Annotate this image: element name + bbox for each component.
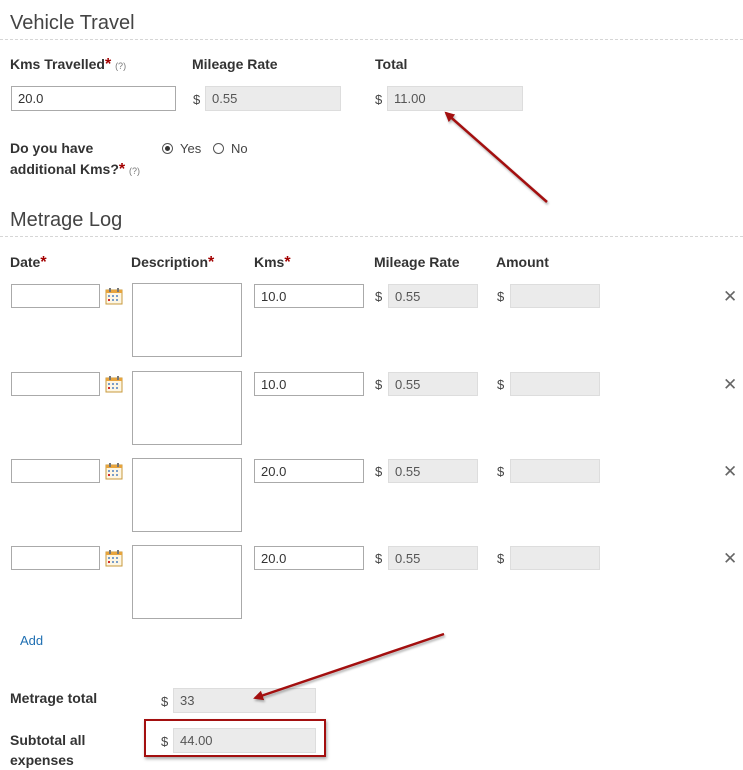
- currency-symbol: $: [161, 694, 169, 709]
- column-description-text: Description: [131, 254, 209, 270]
- section-divider: [0, 236, 743, 237]
- mileage-rate-field: [205, 86, 341, 111]
- kms-travelled-label: Kms Travelled* (?): [10, 56, 126, 74]
- remove-row-icon[interactable]: ✕: [723, 376, 737, 393]
- mileage-rate-field: [388, 284, 478, 308]
- remove-row-icon[interactable]: ✕: [723, 550, 737, 567]
- calendar-icon[interactable]: [105, 375, 123, 393]
- additional-kms-line2: additional Kms?: [10, 161, 119, 177]
- remove-row-icon[interactable]: ✕: [723, 463, 737, 480]
- radio-yes-label[interactable]: Yes: [180, 141, 201, 156]
- required-mark: *: [40, 254, 47, 271]
- kms-input[interactable]: [254, 546, 364, 570]
- currency-symbol: $: [161, 734, 169, 749]
- kms-input[interactable]: [254, 284, 364, 308]
- date-input[interactable]: [11, 459, 100, 483]
- required-mark: *: [284, 254, 291, 271]
- metrage-total-field: [173, 688, 316, 713]
- additional-kms-line1: Do you have: [10, 140, 94, 156]
- radio-yes[interactable]: [162, 143, 173, 154]
- total-label: Total: [375, 56, 408, 72]
- mileage-rate-label: Mileage Rate: [192, 56, 278, 72]
- subtotal-label: Subtotal all expenses: [10, 730, 85, 770]
- currency-symbol: $: [375, 464, 383, 479]
- add-row-link[interactable]: Add: [20, 633, 43, 648]
- column-mileage-rate: Mileage Rate: [374, 254, 460, 270]
- currency-symbol: $: [375, 377, 383, 392]
- additional-kms-label: Do you have additional Kms?* (?): [10, 138, 140, 182]
- column-date: Date*: [10, 254, 47, 272]
- column-amount: Amount: [496, 254, 549, 270]
- calendar-icon[interactable]: [105, 462, 123, 480]
- required-mark: *: [104, 56, 112, 73]
- column-description: Description*: [131, 254, 214, 272]
- column-kms-text: Kms: [254, 254, 285, 270]
- currency-symbol: $: [375, 551, 383, 566]
- mileage-rate-field: [388, 546, 478, 570]
- description-input[interactable]: [132, 458, 242, 532]
- kms-travelled-input[interactable]: [11, 86, 176, 111]
- subtotal-line1: Subtotal all: [10, 732, 86, 748]
- subtotal-field: [173, 728, 316, 753]
- radio-no[interactable]: [213, 143, 224, 154]
- remove-row-icon[interactable]: ✕: [723, 288, 737, 305]
- amount-field: [510, 459, 600, 483]
- date-input[interactable]: [11, 372, 100, 396]
- description-input[interactable]: [132, 545, 242, 619]
- currency-symbol: $: [193, 92, 201, 107]
- mileage-rate-field: [388, 372, 478, 396]
- currency-symbol: $: [497, 464, 505, 479]
- metrage-total-label: Metrage total: [10, 690, 98, 706]
- required-mark: *: [118, 161, 126, 178]
- kms-travelled-text: Kms Travelled: [10, 56, 105, 72]
- date-input[interactable]: [11, 546, 100, 570]
- amount-field: [510, 372, 600, 396]
- arrow-to-total: [444, 111, 548, 203]
- help-icon[interactable]: (?): [115, 61, 126, 71]
- total-field: [387, 86, 523, 111]
- calendar-icon[interactable]: [105, 549, 123, 567]
- required-mark: *: [208, 254, 215, 271]
- subtotal-line2: expenses: [10, 752, 74, 768]
- description-input[interactable]: [132, 371, 242, 445]
- description-input[interactable]: [132, 283, 242, 357]
- currency-symbol: $: [375, 289, 383, 304]
- section-divider: [0, 39, 743, 40]
- radio-no-label[interactable]: No: [231, 141, 248, 156]
- currency-symbol: $: [497, 289, 505, 304]
- kms-input[interactable]: [254, 459, 364, 483]
- currency-symbol: $: [375, 92, 383, 107]
- mileage-rate-field: [388, 459, 478, 483]
- kms-input[interactable]: [254, 372, 364, 396]
- currency-symbol: $: [497, 551, 505, 566]
- column-kms: Kms*: [254, 254, 291, 272]
- date-input[interactable]: [11, 284, 100, 308]
- amount-field: [510, 284, 600, 308]
- vehicle-travel-title: Vehicle Travel: [10, 12, 135, 34]
- help-icon[interactable]: (?): [129, 166, 140, 176]
- calendar-icon[interactable]: [105, 287, 123, 305]
- amount-field: [510, 546, 600, 570]
- metrage-log-title: Metrage Log: [10, 209, 123, 231]
- currency-symbol: $: [497, 377, 505, 392]
- column-date-text: Date: [10, 254, 41, 270]
